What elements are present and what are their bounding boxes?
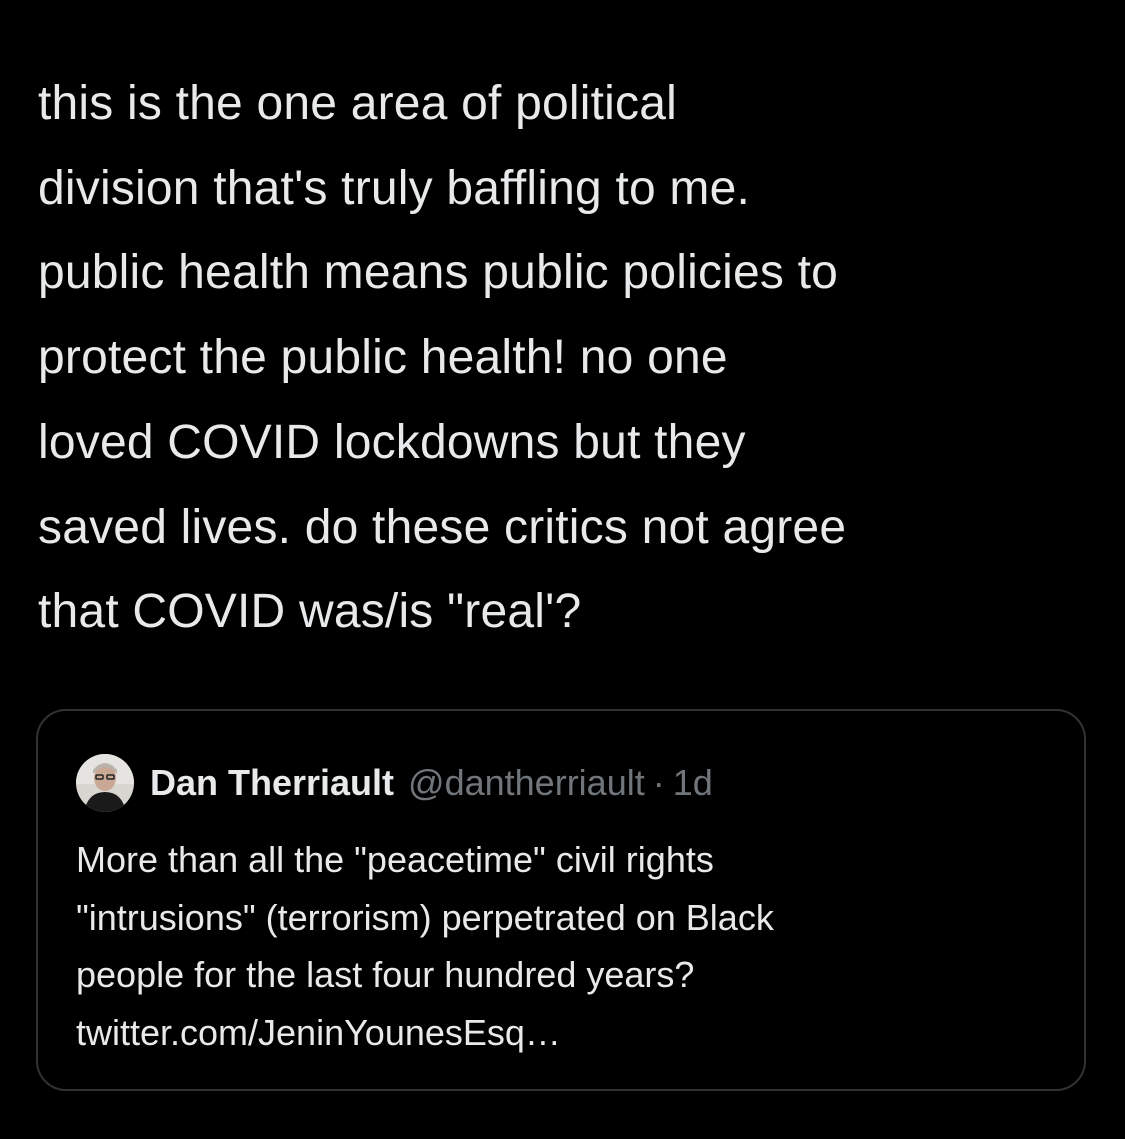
quoted-tweet-link[interactable]: twitter.com/JeninYounesEsq… <box>76 1004 1056 1062</box>
user-avatar-icon <box>76 754 134 812</box>
quoted-tweet-header: Dan Therriault @dantherriault · 1d <box>76 754 713 812</box>
quoted-tweet-text: More than all the "peacetime" civil righ… <box>76 831 1056 1061</box>
tweet-text-line: division that's truly baffling to me. <box>38 161 751 215</box>
author-handle[interactable]: @dantherriault <box>408 762 645 804</box>
quoted-tweet-text-line: "intrusions" (terrorism) perpetrated on … <box>76 896 774 938</box>
avatar[interactable] <box>76 754 134 812</box>
tweet-text-line: loved COVID lockdowns but they <box>38 415 746 469</box>
tweet-text-line: saved lives. do these critics not agree <box>38 500 847 554</box>
quoted-tweet-card[interactable]: Dan Therriault @dantherriault · 1d More … <box>36 709 1086 1091</box>
quoted-tweet-text-line: people for the last four hundred years? <box>76 954 695 995</box>
tweet-text: this is the one area of political divisi… <box>38 62 1098 655</box>
tweet-text-line: that COVID was/is "real'? <box>38 585 582 639</box>
separator-dot: · <box>652 762 665 803</box>
tweet-timestamp[interactable]: 1d <box>673 762 713 804</box>
tweet-text-line: this is the one area of political <box>38 77 677 130</box>
tweet-text-line: public health means public policies to <box>38 246 839 300</box>
tweet-text-line: protect the public health! no one <box>38 331 728 385</box>
quoted-tweet-text-line: More than all the "peacetime" civil righ… <box>76 839 714 880</box>
author-name[interactable]: Dan Therriault <box>150 762 394 804</box>
